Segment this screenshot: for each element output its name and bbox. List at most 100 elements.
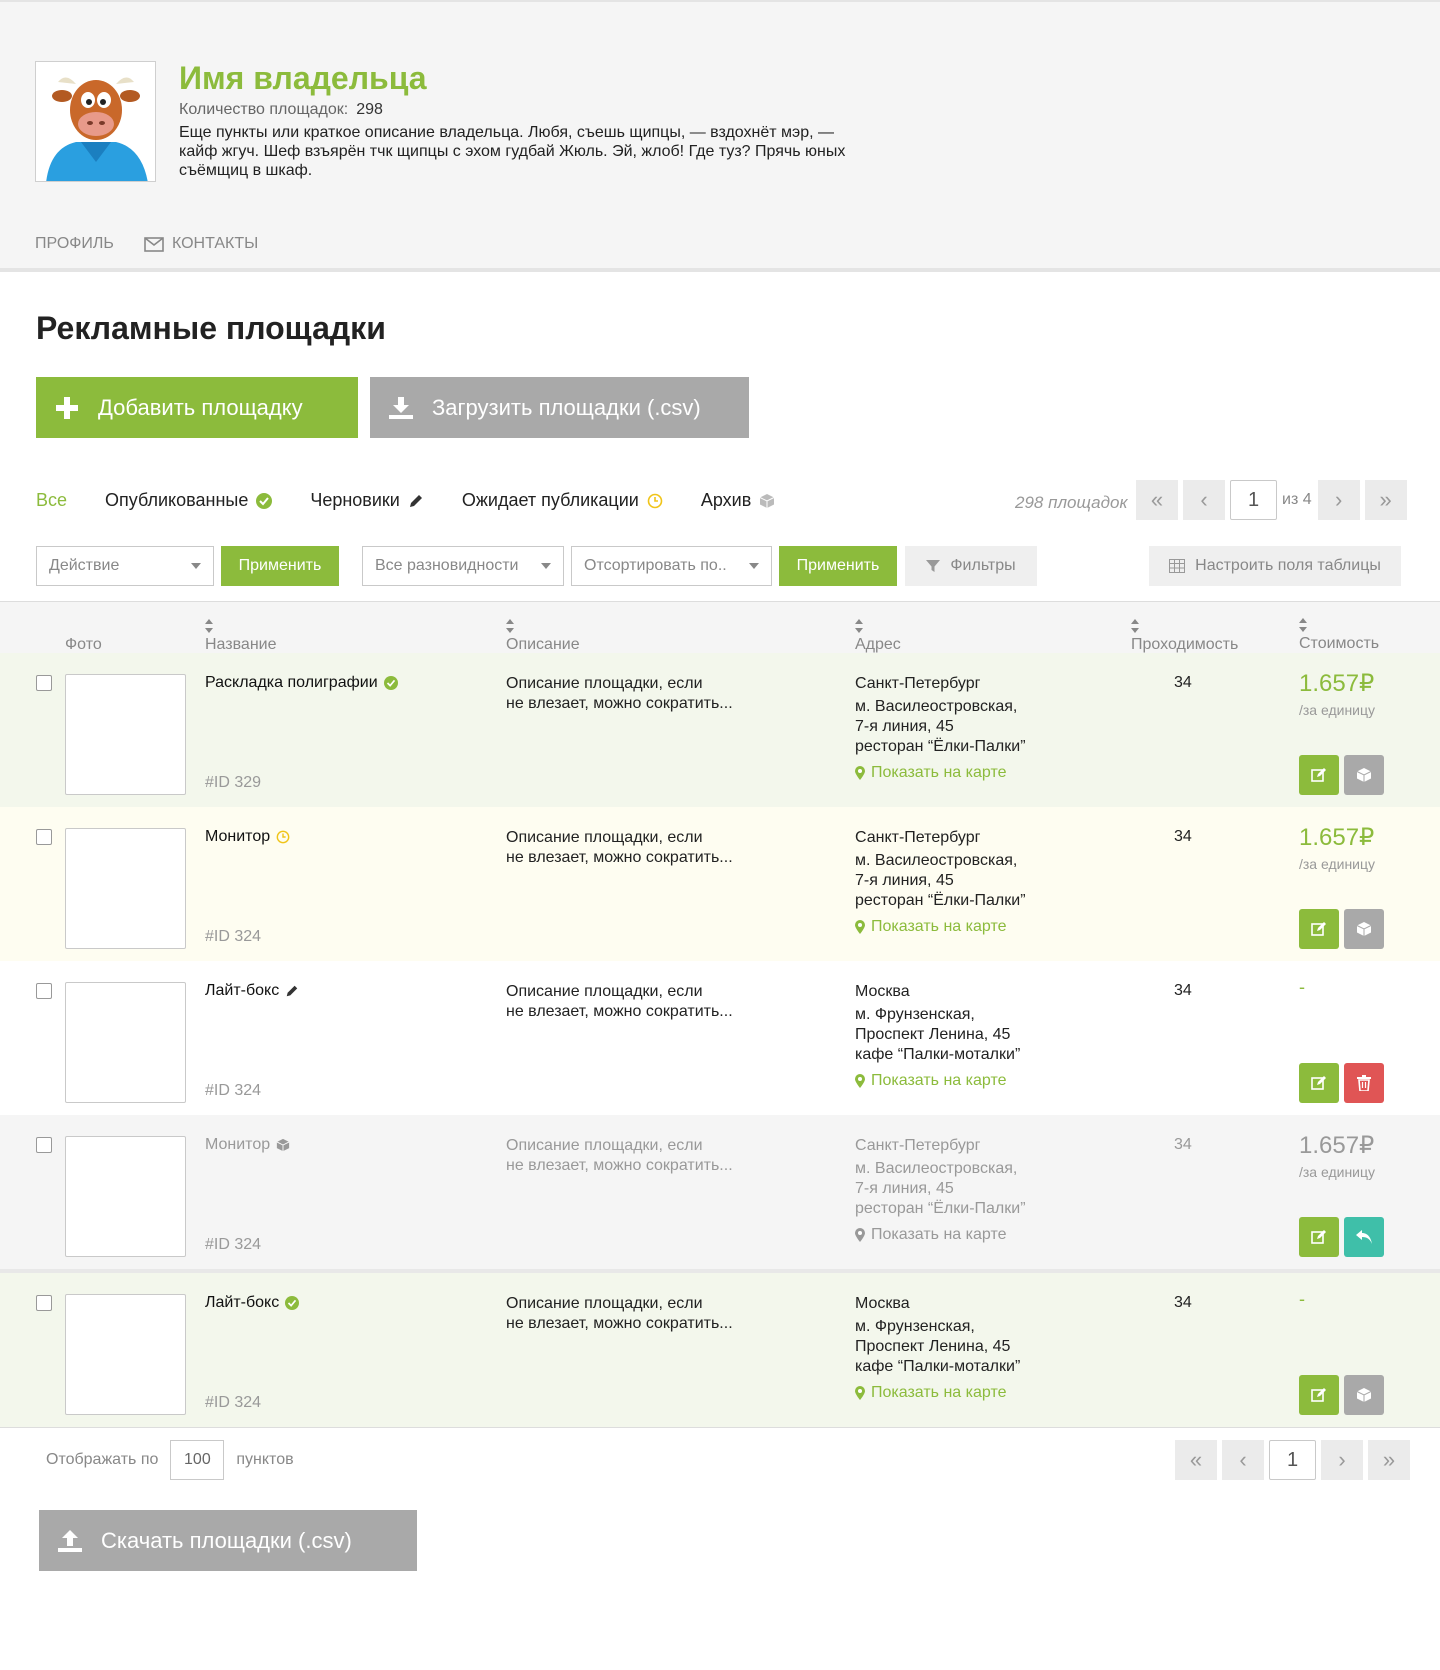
first-page-button[interactable]: « (1175, 1440, 1217, 1480)
edit-button[interactable] (1299, 1375, 1339, 1415)
owner-header: Имя владельца Количество площадок: 298 Ещ… (0, 0, 1440, 272)
owner-name: Имя владельца (179, 60, 427, 96)
action-select[interactable]: Действие (36, 546, 214, 586)
last-page-button[interactable]: » (1368, 1440, 1410, 1480)
last-page-button[interactable]: » (1364, 480, 1407, 520)
column-cost[interactable]: Стоимость (1299, 618, 1379, 652)
row-checkbox[interactable] (36, 1137, 52, 1153)
archive-box-icon (760, 493, 775, 508)
archive-box-icon (276, 1138, 290, 1152)
filter-all[interactable]: Все (36, 490, 67, 511)
place-description: Описание площадки, если не влезает, можно… (506, 674, 733, 714)
address-line: м. Фрунзенская, (855, 1006, 975, 1023)
row-checkbox[interactable] (36, 983, 52, 999)
table-row: Лайт-бокс #ID 324 Описание площадки, есл… (0, 1273, 1440, 1428)
address-line: 7-я линия, 45 (855, 1180, 954, 1197)
edit-button[interactable] (1299, 1217, 1339, 1257)
next-page-button[interactable]: › (1317, 480, 1360, 520)
prev-page-button[interactable]: ‹ (1183, 480, 1225, 520)
show-on-map-link[interactable]: Показать на карте (855, 1071, 1020, 1091)
upload-csv-button[interactable]: Загрузить площадки (.csv) (370, 377, 749, 438)
show-on-map-link[interactable]: Показать на карте (855, 763, 1026, 783)
show-on-map-link[interactable]: Показать на карте (855, 1225, 1026, 1245)
place-address: Санкт-Петербург м. Василеостровская, 7-я… (855, 674, 1026, 783)
row-checkbox[interactable] (36, 829, 52, 845)
price-value: - (1299, 1289, 1305, 1309)
column-traffic[interactable]: Проходимость (1131, 619, 1238, 653)
price-unit: /за единицу (1299, 856, 1376, 872)
delete-button[interactable] (1344, 1063, 1384, 1103)
archive-box-icon (1356, 768, 1372, 782)
per-page-input[interactable]: 100 (170, 1440, 225, 1480)
archive-button[interactable] (1344, 909, 1384, 949)
filter-drafts[interactable]: Черновики (310, 490, 424, 511)
edit-icon (1311, 922, 1326, 936)
price-value: - (1299, 977, 1305, 997)
table-settings-button[interactable]: Настроить поля таблицы (1149, 546, 1401, 586)
row-checkbox[interactable] (36, 675, 52, 691)
place-name[interactable]: Лайт-бокс (205, 1294, 300, 1312)
tab-profile[interactable]: ПРОФИЛЬ (35, 235, 114, 253)
filters-button[interactable]: Фильтры (905, 546, 1037, 586)
filter-pending[interactable]: Ожидает публикации (462, 490, 663, 511)
place-name[interactable]: Монитор (205, 828, 290, 846)
tab-contacts[interactable]: КОНТАКТЫ (144, 235, 258, 253)
place-id: #ID 324 (205, 1082, 262, 1099)
filter-published[interactable]: Опубликованные (105, 490, 273, 511)
add-place-button[interactable]: Добавить площадку (36, 377, 358, 438)
column-description-label: Описание (506, 636, 580, 653)
restore-button[interactable] (1344, 1217, 1384, 1257)
edit-button[interactable] (1299, 755, 1339, 795)
place-name-text: Раскладка полиграфии (205, 674, 378, 691)
page-number-input[interactable]: 1 (1230, 480, 1277, 520)
next-page-button[interactable]: › (1321, 1440, 1363, 1480)
show-on-map-label: Показать на карте (871, 918, 1007, 935)
apply-action-button[interactable]: Применить (221, 546, 339, 586)
sort-select-value: Отсортировать по.. (584, 557, 727, 574)
price-value: 1.657₽ (1299, 824, 1375, 851)
archive-button[interactable] (1344, 1375, 1384, 1415)
place-id: #ID 329 (205, 774, 262, 791)
places-count-value: 298 (356, 101, 383, 118)
row-actions (1299, 1217, 1384, 1257)
download-csv-label: Скачать площадки (.csv) (101, 1527, 352, 1553)
first-page-button[interactable]: « (1136, 480, 1178, 520)
archive-button[interactable] (1344, 755, 1384, 795)
pencil-icon (409, 494, 422, 507)
types-select[interactable]: Все разновидности (362, 546, 564, 586)
address-line: м. Василеостровская, (855, 1160, 1018, 1177)
place-name-text: Монитор (205, 1136, 271, 1153)
prev-page-button[interactable]: ‹ (1222, 1440, 1264, 1480)
place-name[interactable]: Монитор (205, 1136, 290, 1154)
place-name[interactable]: Раскладка полиграфии (205, 674, 398, 692)
sort-icon (205, 619, 213, 633)
column-name[interactable]: Название (205, 619, 277, 653)
place-traffic: 34 (1174, 828, 1192, 845)
place-description-line: Описание площадки, если (506, 1137, 703, 1154)
address-city: Санкт-Петербург (855, 675, 981, 692)
edit-button[interactable] (1299, 1063, 1339, 1103)
show-on-map-link[interactable]: Показать на карте (855, 1383, 1020, 1403)
place-address: Москва м. Фрунзенская, Проспект Ленина, … (855, 982, 1020, 1091)
edit-button[interactable] (1299, 909, 1339, 949)
row-checkbox[interactable] (36, 1295, 52, 1311)
show-on-map-link[interactable]: Показать на карте (855, 917, 1026, 937)
map-pin-icon (855, 766, 865, 780)
check-circle-icon (285, 1296, 300, 1310)
column-address[interactable]: Адрес (855, 619, 901, 653)
filter-archive[interactable]: Архив (701, 490, 775, 511)
price-unit: /за единицу (1299, 702, 1376, 718)
trash-icon (1357, 1075, 1371, 1091)
tab-profile-label: ПРОФИЛЬ (35, 235, 114, 252)
apply-filter-button[interactable]: Применить (779, 546, 897, 586)
download-csv-button[interactable]: Скачать площадки (.csv) (39, 1510, 417, 1571)
address-city: Санкт-Петербург (855, 829, 981, 846)
page-total: из 4 (1282, 491, 1312, 508)
sort-select[interactable]: Отсортировать по.. (571, 546, 772, 586)
page-number-input[interactable]: 1 (1269, 1440, 1316, 1480)
column-photo-label: Фото (65, 636, 102, 653)
place-name[interactable]: Лайт-бокс (205, 982, 299, 1000)
address-line: ресторан “Ёлки-Палки” (855, 1200, 1026, 1217)
column-description[interactable]: Описание (506, 619, 580, 653)
funnel-icon (926, 560, 941, 572)
